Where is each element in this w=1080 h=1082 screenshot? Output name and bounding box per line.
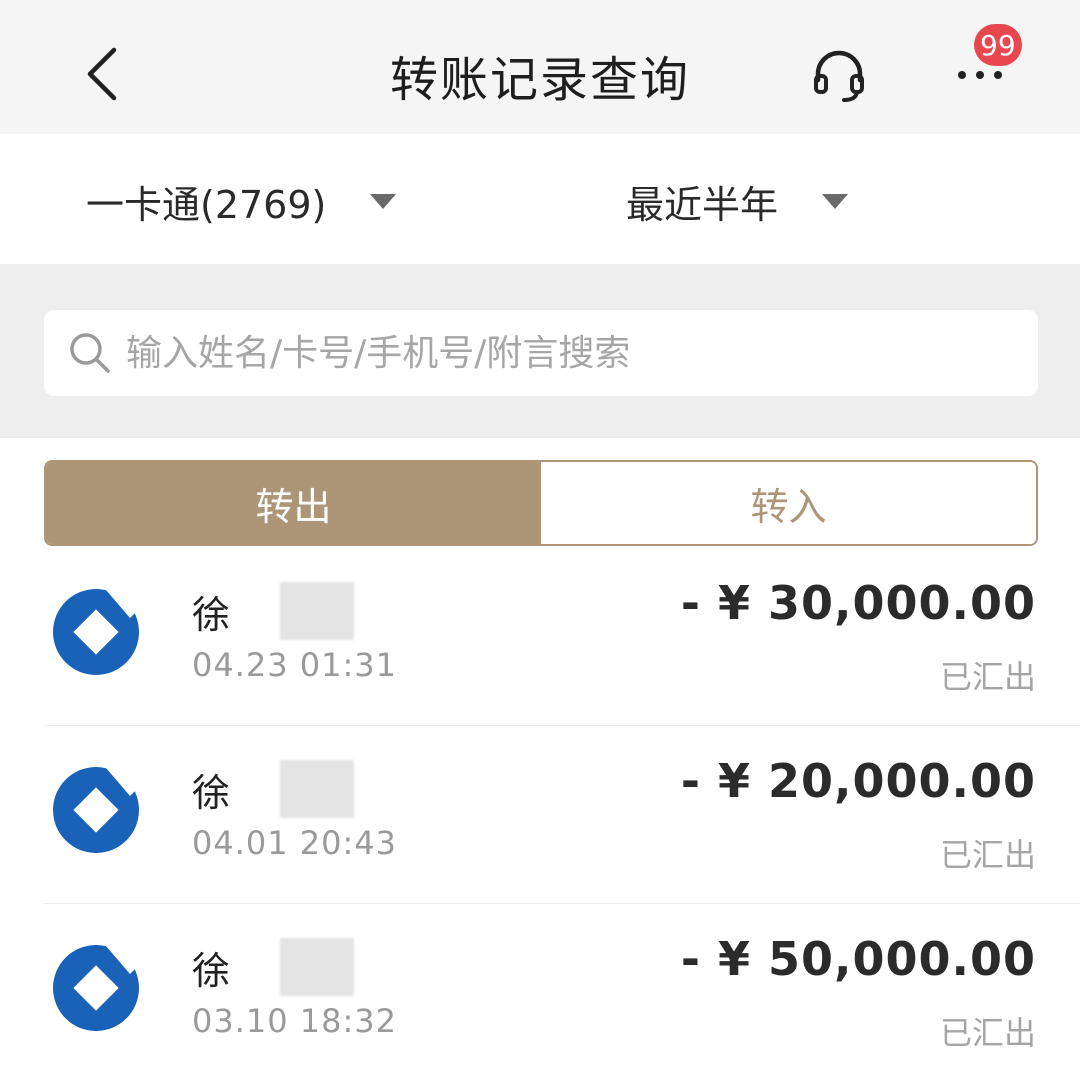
- transaction-amount: - ¥ 20,000.00: [680, 754, 1036, 808]
- bank-logo-icon: [53, 767, 139, 853]
- transaction-status: 已汇出: [939, 836, 1036, 874]
- transaction-amount: - ¥ 50,000.00: [680, 932, 1036, 986]
- payee-name-text: 徐: [192, 592, 231, 637]
- payee-name: 徐: [192, 582, 355, 640]
- caret-down-icon: [370, 194, 397, 209]
- masked-name-block: [280, 760, 355, 818]
- transaction-row[interactable]: 徐 03.10 18:32 - ¥ 50,000.00 已汇出: [0, 904, 1080, 1082]
- headset-icon: [814, 50, 864, 102]
- transaction-status: 已汇出: [939, 1014, 1036, 1052]
- account-selector[interactable]: 一卡通(2769): [86, 174, 397, 229]
- more-dots-icon: [958, 71, 966, 79]
- transaction-time: 03.10 18:32: [192, 1002, 397, 1040]
- transaction-row[interactable]: 徐 04.01 20:43 - ¥ 20,000.00 已汇出: [0, 726, 1080, 904]
- period-selector-label: 最近半年: [626, 183, 779, 227]
- search-box[interactable]: [44, 310, 1038, 396]
- transaction-row[interactable]: 徐 04.23 01:31 - ¥ 30,000.00 已汇出: [0, 548, 1080, 726]
- payee-name: 徐: [192, 760, 355, 818]
- transaction-amount: - ¥ 30,000.00: [680, 576, 1036, 630]
- search-input[interactable]: [124, 331, 1004, 375]
- masked-name-block: [280, 938, 355, 996]
- bank-logo-icon: [53, 945, 139, 1031]
- payee-name-text: 徐: [192, 948, 231, 993]
- payee-name-text: 徐: [192, 770, 231, 815]
- customer-service-button[interactable]: [806, 42, 872, 108]
- more-dots-icon: [994, 71, 1002, 79]
- payee-name: 徐: [192, 938, 355, 996]
- transaction-time: 04.23 01:31: [192, 646, 397, 684]
- search-area: [0, 264, 1080, 438]
- more-dots-icon: [976, 71, 984, 79]
- filter-bar: 一卡通(2769) 最近半年: [0, 134, 1080, 264]
- top-navigation-bar: 转账记录查询 99: [0, 0, 1080, 134]
- notification-badge: 99: [974, 24, 1022, 66]
- transaction-status: 已汇出: [939, 658, 1036, 696]
- page-title: 转账记录查询: [389, 52, 690, 108]
- transaction-time: 04.01 20:43: [192, 824, 397, 862]
- caret-down-icon: [822, 194, 849, 209]
- tab-transfer-out[interactable]: 转出: [46, 462, 541, 544]
- account-selector-label: 一卡通(2769): [86, 183, 327, 227]
- tab-transfer-in[interactable]: 转入: [541, 462, 1036, 544]
- masked-name-block: [280, 582, 355, 640]
- search-icon: [68, 331, 112, 375]
- period-selector[interactable]: 最近半年: [626, 174, 849, 229]
- bank-logo-icon: [53, 589, 139, 675]
- direction-tabs: 转出 转入: [44, 460, 1038, 546]
